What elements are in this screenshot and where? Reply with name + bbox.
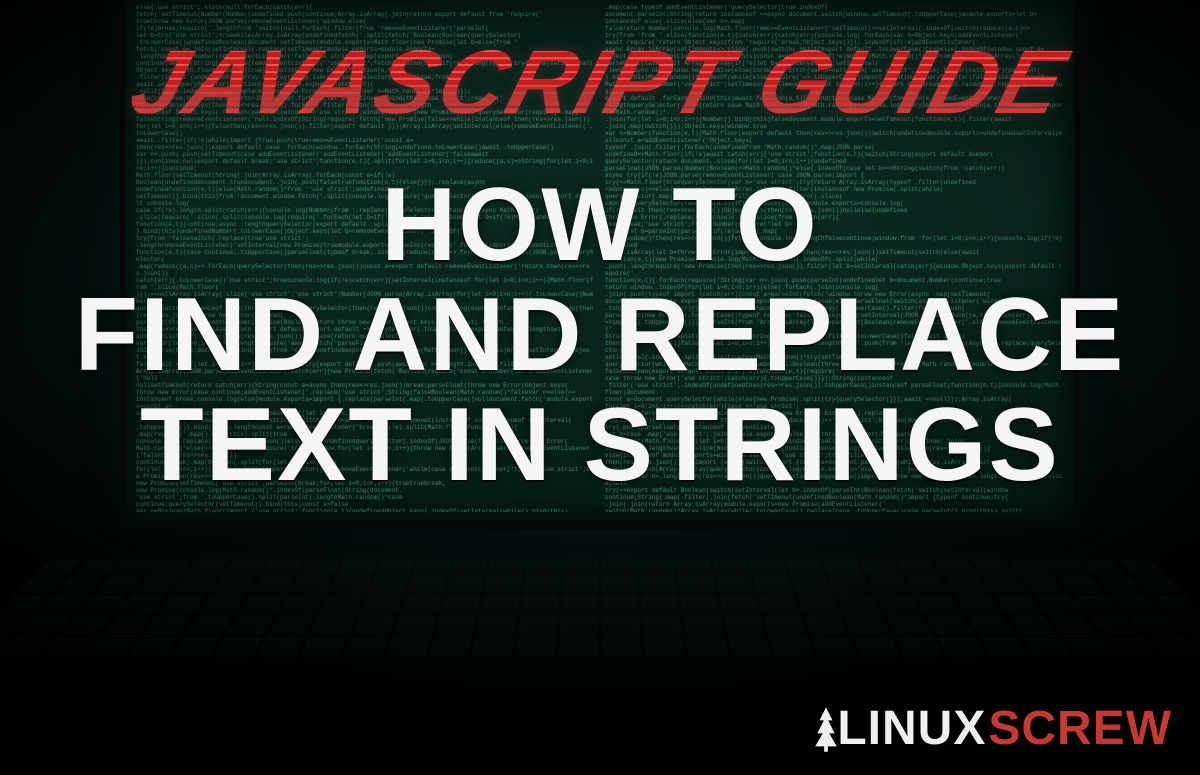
logo-text-linux: LINUX (837, 705, 986, 753)
title-line-2: FIND AND REPLACE (75, 282, 1126, 388)
title-line-3: TEXT IN STRINGS (140, 392, 1060, 498)
headline-javascript-guide: JAVASCRIPT GUIDE (122, 38, 1079, 128)
title-line-1: HOW TO (381, 172, 819, 278)
overlay: JAVASCRIPT GUIDE HOW TO FIND AND REPLACE… (0, 0, 1200, 775)
site-logo: LINUX SCREW (813, 705, 1172, 753)
logo-text-screw: SCREW (988, 705, 1172, 753)
pine-tree-icon (813, 705, 839, 753)
